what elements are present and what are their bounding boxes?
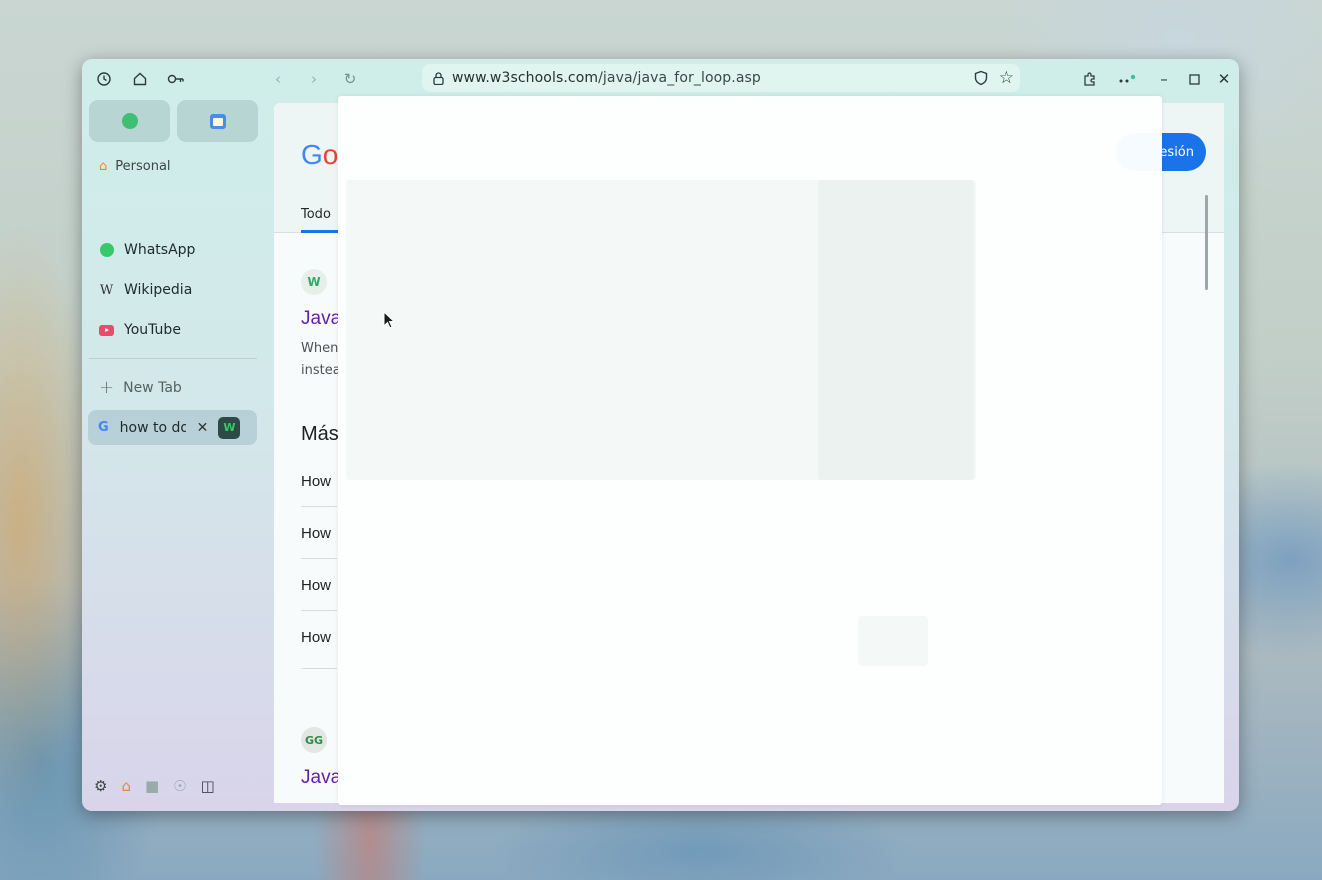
sidebar-item-label: WhatsApp: [124, 242, 196, 258]
workspace-dot-icon[interactable]: ■: [145, 777, 159, 795]
forward-icon[interactable]: ›: [302, 67, 326, 91]
geeksforgeeks-favicon: GG: [301, 727, 327, 753]
new-tab-label: New Tab: [123, 379, 182, 396]
toolbar: ‹ › ↻ www.w3schools.com/java/java_for_lo…: [82, 59, 1239, 97]
shield-icon[interactable]: [974, 70, 988, 90]
overlay-panel[interactable]: [338, 96, 1162, 805]
workspace-home-icon[interactable]: ⌂: [121, 777, 131, 795]
google-icon: G: [98, 420, 109, 435]
house-icon: ⌂: [99, 159, 108, 174]
calendar-icon: [209, 113, 226, 129]
question-divider: [301, 668, 337, 669]
google-logo[interactable]: Go: [301, 139, 338, 171]
tab-todo[interactable]: Todo: [301, 207, 343, 233]
signal-icon[interactable]: ☉: [173, 777, 186, 795]
w3schools-favicon: W: [301, 269, 327, 295]
sidebar: ⌂ Personal WhatsApp W Wikipedia YouTube …: [82, 97, 270, 811]
sidebar-item-whatsapp[interactable]: WhatsApp: [89, 233, 257, 267]
youtube-icon: [99, 323, 114, 338]
workspace-name: Personal: [115, 159, 171, 174]
history-icon[interactable]: [92, 67, 116, 91]
lock-icon: [432, 71, 444, 85]
overlay-ghost-block: [818, 180, 974, 480]
pinned-calendar[interactable]: [177, 100, 258, 142]
close-tab-icon[interactable]: ✕: [197, 420, 209, 436]
sidebar-toggle-icon[interactable]: ◫: [201, 777, 215, 795]
overlay-ghost-block: [858, 616, 928, 666]
question-divider: [301, 558, 337, 559]
tab-active[interactable]: G how to do ✕ W: [88, 410, 257, 445]
question-divider: [301, 506, 337, 507]
address-bar[interactable]: www.w3schools.com/java/java_for_loop.asp…: [422, 64, 1020, 92]
new-tab-button[interactable]: + New Tab: [99, 377, 182, 398]
close-icon[interactable]: ✕: [1212, 67, 1236, 91]
tab-label: how to do: [119, 419, 186, 436]
minimize-icon[interactable]: –: [1152, 67, 1176, 91]
reload-icon[interactable]: ↻: [338, 67, 362, 91]
more-icon[interactable]: [1115, 67, 1139, 91]
maximize-icon[interactable]: [1182, 67, 1206, 91]
settings-icon[interactable]: ⚙: [94, 777, 107, 795]
question-divider: [301, 610, 337, 611]
result-title[interactable]: Java: [301, 767, 341, 789]
sidebar-item-wikipedia[interactable]: W Wikipedia: [89, 273, 257, 307]
sidebar-bottom-bar: ⚙ ⌂ ■ ☉ ◫: [94, 777, 229, 795]
spotify-icon: [121, 113, 138, 129]
sidebar-item-label: Wikipedia: [124, 282, 193, 298]
key-icon[interactable]: [164, 67, 188, 91]
sidebar-item-label: YouTube: [124, 322, 181, 338]
pinned-spotify[interactable]: [89, 100, 170, 142]
mouse-cursor-icon: [383, 311, 395, 329]
snippet-line: instea: [301, 363, 341, 378]
scrollbar[interactable]: [1205, 195, 1208, 290]
sidebar-divider: [89, 358, 257, 359]
result-title[interactable]: Java: [301, 308, 341, 330]
w3schools-icon[interactable]: W: [218, 416, 241, 439]
workspace-label[interactable]: ⌂ Personal: [99, 159, 171, 174]
result-snippet: When instea: [301, 338, 341, 382]
snippet-line: When: [301, 341, 339, 356]
extensions-icon[interactable]: [1078, 67, 1102, 91]
back-icon[interactable]: ‹: [266, 67, 290, 91]
whatsapp-icon: [99, 243, 114, 258]
plus-icon: +: [99, 377, 115, 398]
more-questions-heading: Más: [301, 423, 339, 445]
wikipedia-icon: W: [99, 282, 114, 298]
home-icon[interactable]: [128, 67, 152, 91]
sidebar-item-youtube[interactable]: YouTube: [89, 313, 257, 347]
star-icon[interactable]: ☆: [999, 68, 1014, 88]
url-text: www.w3schools.com/java/java_for_loop.asp: [452, 70, 761, 86]
